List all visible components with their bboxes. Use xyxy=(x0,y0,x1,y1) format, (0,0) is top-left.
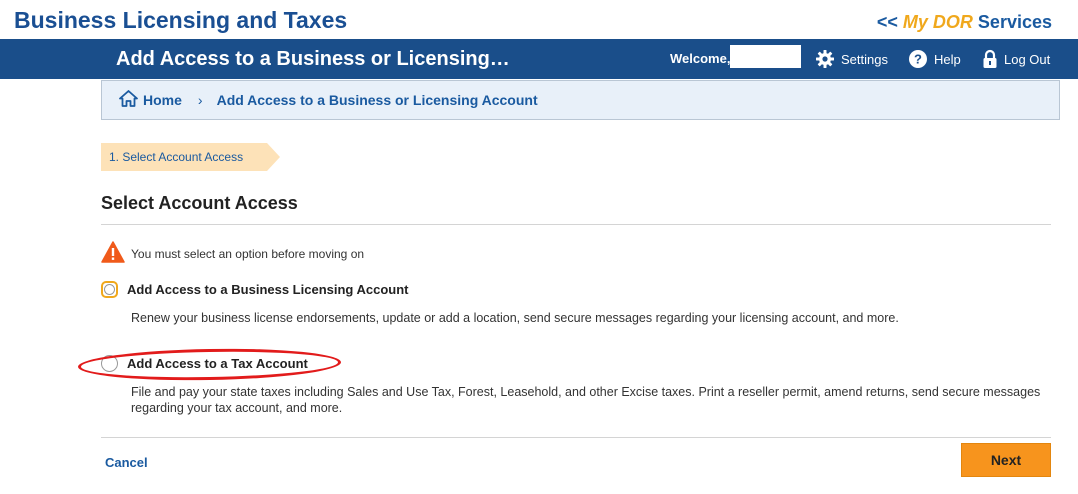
settings-link[interactable]: Settings xyxy=(815,49,888,69)
svg-text:?: ? xyxy=(914,52,922,67)
help-label: Help xyxy=(934,51,961,67)
redacted-username xyxy=(730,45,801,68)
settings-label: Settings xyxy=(841,51,888,67)
breadcrumb-home-label: Home xyxy=(143,92,182,108)
breadcrumb: Home › Add Access to a Business or Licen… xyxy=(101,80,1060,120)
breadcrumb-separator: › xyxy=(197,92,203,108)
option-tax-account-description: File and pay your state taxes including … xyxy=(131,385,1041,415)
footer-divider xyxy=(101,437,1051,438)
validation-warning: You must select an option before moving … xyxy=(101,241,364,266)
section-title: Select Account Access xyxy=(101,193,298,213)
breadcrumb-current[interactable]: Add Access to a Business or Licensing Ac… xyxy=(217,92,538,108)
gear-icon xyxy=(815,49,835,69)
radio-tax-account[interactable] xyxy=(101,355,118,372)
app-title: Business Licensing and Taxes xyxy=(14,7,348,33)
radio-business-licensing[interactable] xyxy=(101,281,118,298)
option-tax-account-label: Add Access to a Tax Account xyxy=(127,356,308,371)
navbar: Add Access to a Business or Licensing… W… xyxy=(0,39,1078,79)
logout-link[interactable]: Log Out xyxy=(982,49,1050,69)
home-icon xyxy=(119,90,138,110)
option-business-licensing-description: Renew your business license endorsements… xyxy=(131,311,899,325)
option-tax-account[interactable]: Add Access to a Tax Account xyxy=(101,355,308,372)
breadcrumb-home[interactable]: Home xyxy=(119,90,182,110)
cancel-button[interactable]: Cancel xyxy=(105,455,148,470)
option-business-licensing-label: Add Access to a Business Licensing Accou… xyxy=(127,282,409,297)
warning-text: You must select an option before moving … xyxy=(131,246,365,261)
lock-icon xyxy=(982,49,998,69)
mydor-prefix: << xyxy=(876,12,903,32)
warning-icon xyxy=(101,241,125,266)
option-business-licensing[interactable]: Add Access to a Business Licensing Accou… xyxy=(101,281,409,298)
help-icon: ? xyxy=(908,49,928,69)
my-dor-services-link[interactable]: << My DOR Services xyxy=(877,12,1052,33)
section-divider xyxy=(101,224,1051,225)
mydor-suffix: Services xyxy=(972,12,1052,32)
help-link[interactable]: ? Help xyxy=(908,49,961,69)
step-label: 1. Select Account Access xyxy=(109,150,244,164)
welcome-label: Welcome, xyxy=(670,51,731,66)
page-heading: Add Access to a Business or Licensing… xyxy=(116,48,510,70)
mydor-my: My DOR xyxy=(902,12,973,32)
next-button[interactable]: Next xyxy=(961,443,1051,477)
step-indicator-1: 1. Select Account Access xyxy=(101,143,281,171)
logout-label: Log Out xyxy=(1004,51,1051,67)
top-header: Business Licensing and Taxes << My DOR S… xyxy=(0,0,1078,38)
